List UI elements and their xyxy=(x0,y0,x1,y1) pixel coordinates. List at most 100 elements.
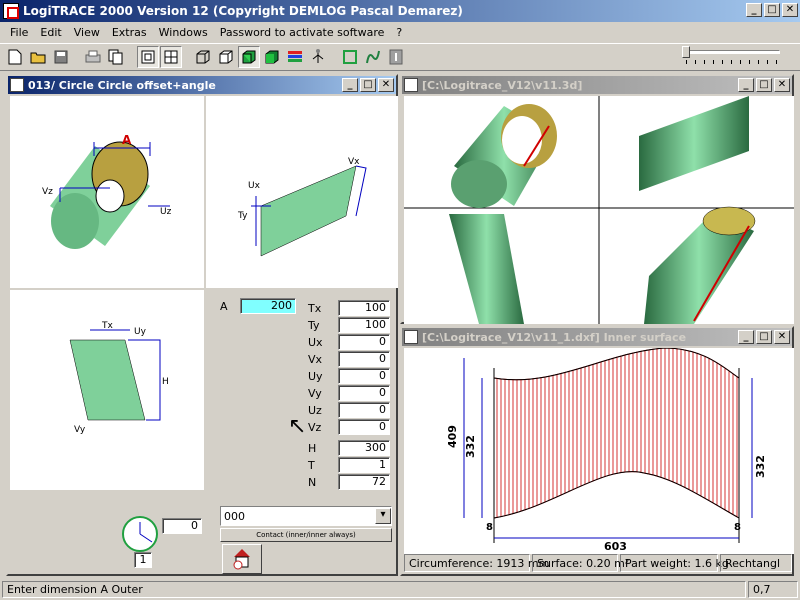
param-row-t: T1 xyxy=(308,457,392,473)
param-input-h[interactable]: 300 xyxy=(338,440,390,456)
param-input-vz[interactable]: 0 xyxy=(338,419,390,435)
param-label-vy: Vy xyxy=(308,386,322,400)
menu-help[interactable]: ? xyxy=(390,26,408,39)
model-3d-title-bar: [C:\Logitrace_V12\v11.3d] _ □ ✕ xyxy=(402,76,792,94)
contact-button[interactable]: Contact (inner/inner always) xyxy=(220,528,392,542)
param-input-n[interactable]: 72 xyxy=(338,474,390,490)
menu-windows[interactable]: Windows xyxy=(153,26,214,39)
circumference-readout: Circumference: 1913 mm xyxy=(404,554,549,572)
copy-icon[interactable] xyxy=(105,46,127,68)
param-minimize-button[interactable]: _ xyxy=(342,78,358,92)
zoom-slider-thumb[interactable] xyxy=(682,46,690,58)
flat-pattern-title-bar: [C:\Logitrace_V12\v11_1.dxf] Inner surfa… xyxy=(402,328,792,346)
dim-label-vy: Vy xyxy=(74,425,86,435)
tree-icon[interactable] xyxy=(307,46,329,68)
model-3d-maximize-button[interactable]: □ xyxy=(756,78,772,92)
status-bar: Enter dimension A Outer 0,7 xyxy=(0,579,800,600)
param-input-vx[interactable]: 0 xyxy=(338,351,390,367)
dim-label-a: A xyxy=(122,133,132,147)
param-row-h: H 300 xyxy=(308,440,392,456)
app-logo-icon xyxy=(3,3,19,19)
parameters-window: 013/ Circle Circle offset+angle _ □ ✕ A … xyxy=(6,74,398,576)
model-3d-view[interactable] xyxy=(404,96,794,324)
dxf-minimize-button[interactable]: _ xyxy=(738,330,754,344)
menu-view[interactable]: View xyxy=(68,26,106,39)
frame-icon[interactable] xyxy=(339,46,361,68)
angle-circle-icon[interactable] xyxy=(122,516,158,552)
small-count-input[interactable]: 1 xyxy=(134,552,152,568)
param-a-input[interactable]: 200 xyxy=(240,298,296,314)
dim-label-h: H xyxy=(162,377,169,387)
view-side[interactable]: Ux Ty Vx xyxy=(206,96,398,288)
hidden-cube-icon[interactable] xyxy=(215,46,237,68)
flat-pattern-view[interactable]: 409 332 332 603 8 8 xyxy=(404,348,794,554)
minimize-button[interactable]: _ xyxy=(746,3,762,17)
surface-combo[interactable]: 000 ▾ xyxy=(220,506,392,526)
menu-password[interactable]: Password to activate software xyxy=(214,26,391,39)
flat-pattern-window: [C:\Logitrace_V12\v11_1.dxf] Inner surfa… xyxy=(400,326,794,576)
flat-pattern-title: [C:\Logitrace_V12\v11_1.dxf] Inner surfa… xyxy=(422,330,687,344)
four-view-icon[interactable] xyxy=(160,46,182,68)
parameters-window-title: 013/ Circle Circle offset+angle xyxy=(28,78,216,92)
document-icon-dxf xyxy=(404,330,418,344)
shaded-cube-icon[interactable] xyxy=(238,46,260,68)
menu-file[interactable]: File xyxy=(4,26,34,39)
save-icon[interactable] xyxy=(50,46,72,68)
view-front[interactable]: A Vz Uz xyxy=(10,96,204,288)
model-3d-close-button[interactable]: ✕ xyxy=(774,78,790,92)
param-input-vy[interactable]: 0 xyxy=(338,385,390,401)
param-label-vx: Vx xyxy=(308,352,323,366)
model-3d-minimize-button[interactable]: _ xyxy=(738,78,754,92)
zoom-slider[interactable] xyxy=(680,46,784,66)
model-3d-window: [C:\Logitrace_V12\v11.3d] _ □ ✕ xyxy=(400,74,794,324)
surface-readout: Surface: 0.20 m² xyxy=(532,554,629,572)
param-input-uz[interactable]: 0 xyxy=(338,402,390,418)
print-icon[interactable] xyxy=(82,46,104,68)
param-label-t: T xyxy=(308,458,315,472)
menu-extras[interactable]: Extras xyxy=(106,26,153,39)
solid-cube-icon[interactable] xyxy=(261,46,283,68)
shape-readout: Rechtangl xyxy=(720,554,792,572)
param-row-uy: Uy 0 xyxy=(308,368,392,384)
param-maximize-button[interactable]: □ xyxy=(360,78,376,92)
param-row-vz: Vz 0 xyxy=(308,419,392,435)
info-icon[interactable] xyxy=(385,46,407,68)
dim-label-ty: Ty xyxy=(237,211,248,221)
param-input-uy[interactable]: 0 xyxy=(338,368,390,384)
app-title-bar: LogiTRACE 2000 Version 12 (Copyright DEM… xyxy=(0,0,800,22)
menu-edit[interactable]: Edit xyxy=(34,26,67,39)
param-input-t[interactable]: 1 xyxy=(338,457,390,473)
dxf-maximize-button[interactable]: □ xyxy=(756,330,772,344)
param-input-tx[interactable]: 100 xyxy=(338,300,390,316)
open-folder-icon[interactable] xyxy=(27,46,49,68)
curve-icon[interactable] xyxy=(362,46,384,68)
single-view-icon[interactable] xyxy=(137,46,159,68)
layers-icon[interactable] xyxy=(284,46,306,68)
param-a-label: A xyxy=(220,300,228,313)
new-file-icon[interactable] xyxy=(4,46,26,68)
dim-label-uy: Uy xyxy=(134,327,147,337)
dxf-close-button[interactable]: ✕ xyxy=(774,330,790,344)
dim-label-vz: Vz xyxy=(42,187,53,197)
param-input-ty[interactable]: 100 xyxy=(338,317,390,333)
param-label-uy: Uy xyxy=(308,369,323,383)
dim-corner-right: 8 xyxy=(734,522,741,533)
chevron-down-icon[interactable]: ▾ xyxy=(375,508,391,524)
param-label-tx: Tx xyxy=(308,301,322,315)
param-close-button[interactable]: ✕ xyxy=(378,78,394,92)
view-top[interactable]: Tx Uy H Vy xyxy=(10,290,204,490)
close-button[interactable]: ✕ xyxy=(782,3,798,17)
maximize-button[interactable]: □ xyxy=(764,3,780,17)
surface-combo-value: 000 xyxy=(224,509,245,523)
dim-corner-left: 8 xyxy=(486,522,493,533)
calculate-button[interactable] xyxy=(222,544,262,574)
wire-cube-icon[interactable] xyxy=(192,46,214,68)
status-value: 0,7 xyxy=(748,581,798,598)
document-icon-3d xyxy=(404,78,418,92)
param-input-ux[interactable]: 0 xyxy=(338,334,390,350)
app-title: LogiTRACE 2000 Version 12 (Copyright DEM… xyxy=(23,4,463,18)
angle-input[interactable]: 0 xyxy=(162,518,202,534)
parameters-window-title-bar: 013/ Circle Circle offset+angle _ □ ✕ xyxy=(8,76,396,94)
param-label-ty: Ty xyxy=(308,318,320,332)
menu-bar: File Edit View Extras Windows Password t… xyxy=(0,22,800,42)
